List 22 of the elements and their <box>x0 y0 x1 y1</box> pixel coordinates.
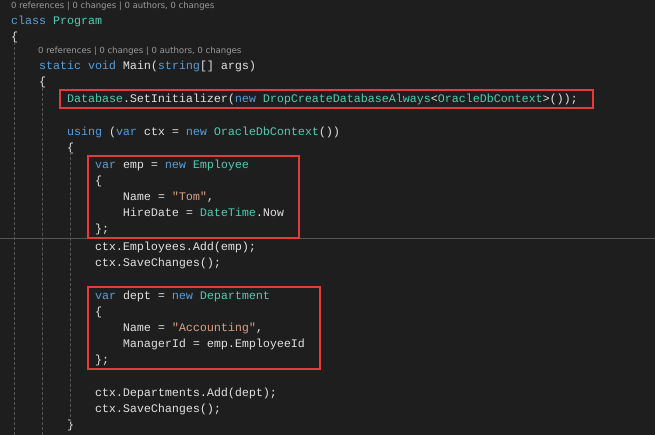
code-line: { <box>94 304 102 320</box>
code-line: ctx.SaveChanges(); <box>94 255 221 271</box>
code-line: { <box>94 173 102 189</box>
code-line: HireDate = DateTime.Now <box>122 205 284 221</box>
code-line: ManagerId = emp.EmployeeId <box>122 336 305 352</box>
code-line: { <box>38 74 46 90</box>
code-line: ctx.Employees.Add(emp); <box>94 239 256 255</box>
code-line: class Program <box>11 13 102 29</box>
code-lens-info[interactable]: 0 references | 0 changes | 0 authors, 0 changes <box>11 0 214 13</box>
code-line: var dept = new Department <box>94 288 270 304</box>
code-lens-info[interactable]: 0 references | 0 changes | 0 authors, 0 changes <box>38 45 242 58</box>
code-line: ctx.SaveChanges(); <box>94 401 221 417</box>
code-line: }; <box>94 221 109 237</box>
code-line: Name = "Tom", <box>122 189 214 205</box>
code-line: using (var ctx = new OracleDbContext()) <box>66 124 340 140</box>
code-line: { <box>11 29 18 45</box>
code-line: }; <box>94 352 109 368</box>
code-line: static void Main(string[] args) <box>38 58 256 74</box>
code-line: ctx.Departments.Add(dept); <box>94 385 277 401</box>
code-line: Name = "Accounting", <box>122 320 263 336</box>
code-line: Database.SetInitializer(new DropCreateDatabaseAlways<OracleDbContext>()); <box>66 91 578 107</box>
code-line: var emp = new Employee <box>94 157 249 173</box>
